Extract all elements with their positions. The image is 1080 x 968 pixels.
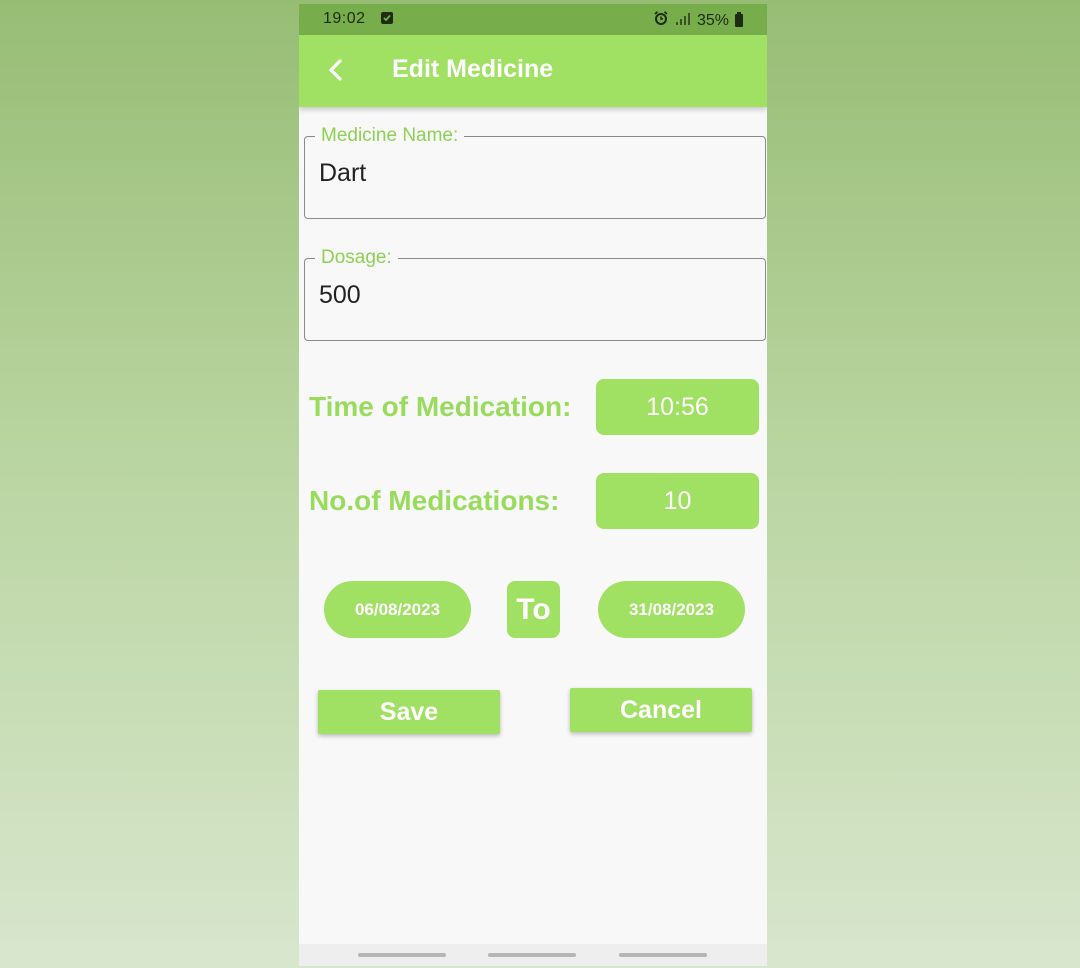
alarm-icon bbox=[653, 10, 669, 31]
phone-screen: 19:02 35% Edit Medicine Medicine Name: D… bbox=[299, 4, 767, 966]
checkbox-notification-icon bbox=[381, 12, 393, 24]
signal-icon bbox=[675, 11, 691, 30]
page-title: Edit Medicine bbox=[392, 55, 554, 83]
start-date-button[interactable]: 06/08/2023 bbox=[324, 581, 471, 638]
medicine-name-field[interactable]: Medicine Name: bbox=[304, 125, 766, 219]
end-date-button[interactable]: 31/08/2023 bbox=[598, 581, 745, 638]
save-button[interactable]: Save bbox=[318, 690, 500, 734]
status-indicators: 35% bbox=[653, 10, 743, 31]
system-nav-bar bbox=[299, 944, 767, 966]
status-bar: 19:02 35% bbox=[299, 4, 767, 35]
nav-home-handle[interactable] bbox=[488, 953, 576, 957]
battery-icon bbox=[735, 12, 743, 27]
medication-count-button[interactable]: 10 bbox=[596, 473, 759, 529]
time-of-medication-label: Time of Medication: bbox=[309, 391, 572, 422]
medicine-name-label: Medicine Name: bbox=[315, 125, 465, 147]
time-picker-button[interactable]: 10:56 bbox=[596, 379, 759, 435]
to-separator: To bbox=[507, 581, 560, 638]
dosage-input[interactable] bbox=[319, 281, 739, 310]
app-bar: Edit Medicine bbox=[299, 35, 767, 107]
medicine-name-input[interactable] bbox=[319, 159, 739, 188]
number-of-medications-label: No.of Medications: bbox=[309, 485, 560, 516]
dosage-field[interactable]: Dosage: bbox=[304, 247, 766, 341]
battery-percentage: 35% bbox=[696, 11, 729, 29]
nav-recent-handle[interactable] bbox=[358, 953, 446, 957]
back-arrow-icon[interactable] bbox=[323, 57, 349, 83]
dosage-label: Dosage: bbox=[315, 247, 398, 269]
status-time: 19:02 bbox=[323, 10, 366, 27]
cancel-button[interactable]: Cancel bbox=[570, 688, 752, 732]
nav-back-handle[interactable] bbox=[619, 953, 707, 957]
